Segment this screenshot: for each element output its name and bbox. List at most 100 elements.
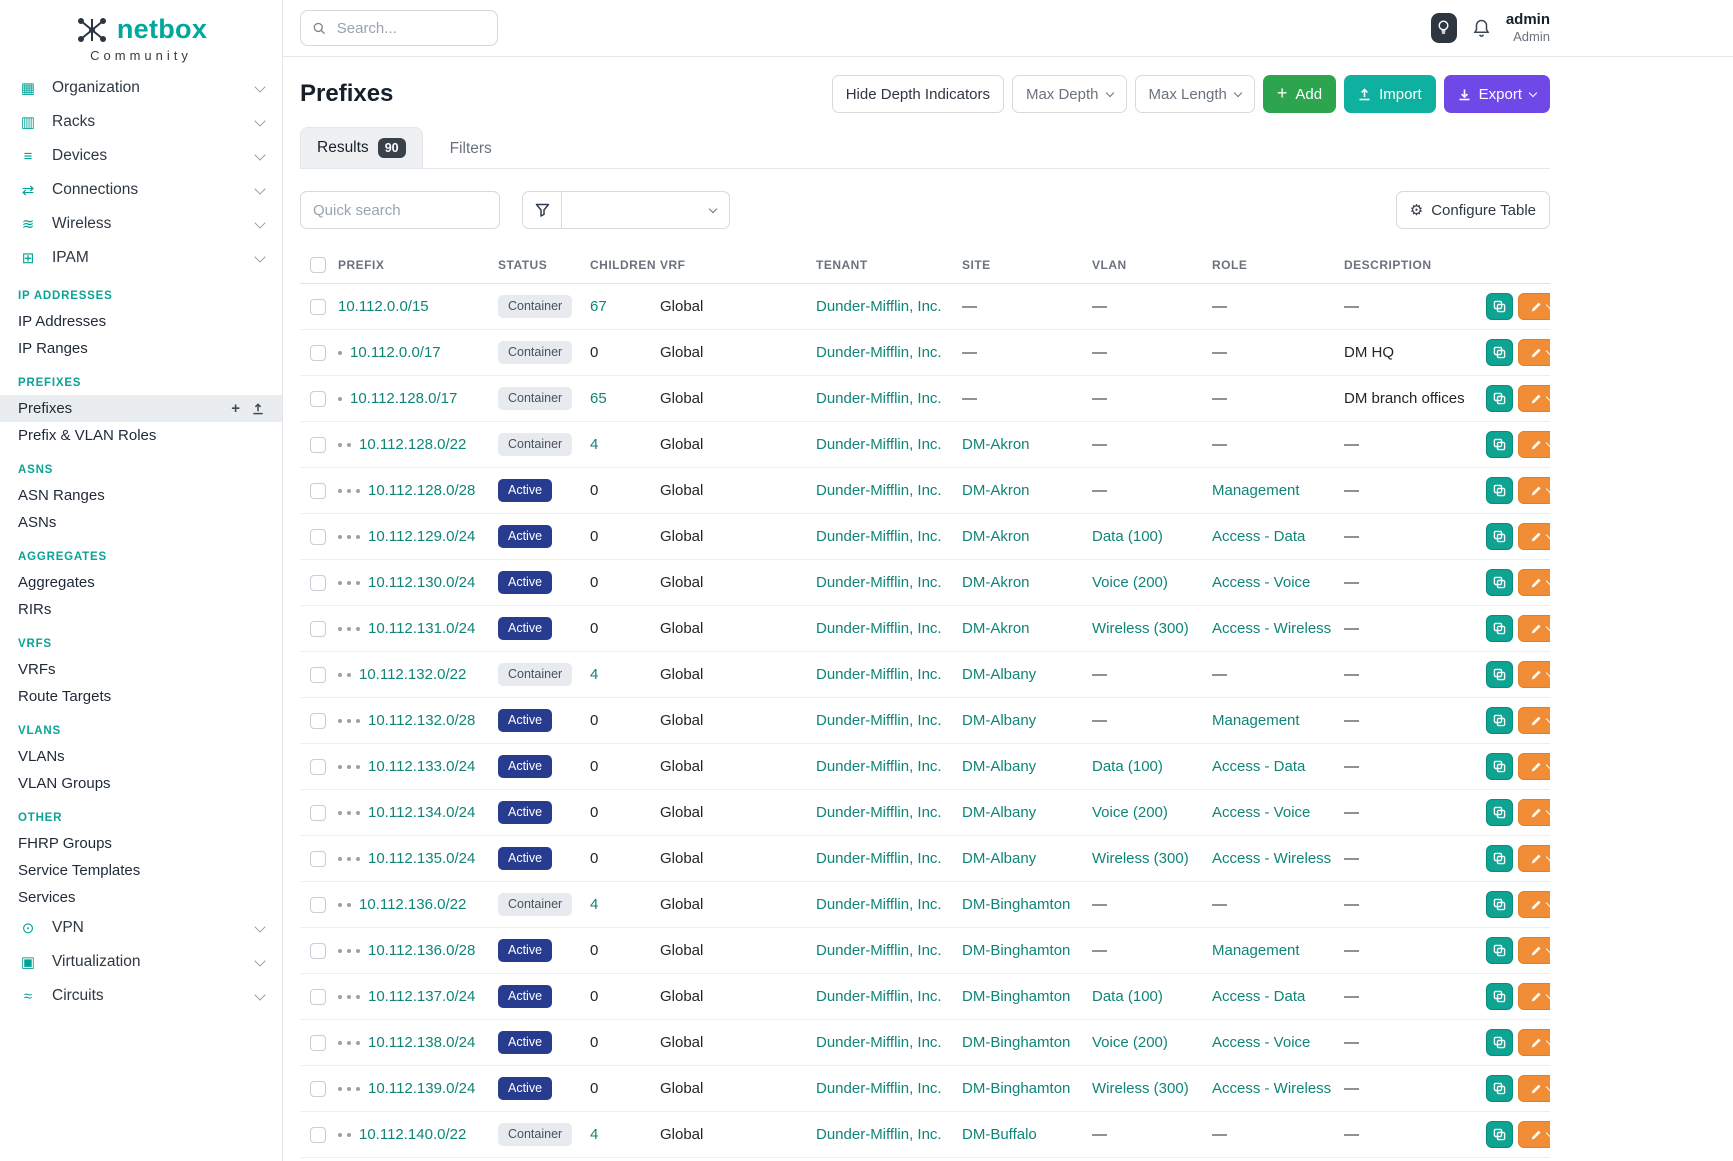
prefix-link[interactable]: 10.112.135.0/24 [368,850,475,867]
copy-button[interactable] [1486,799,1513,826]
tenant-link[interactable]: Dunder-Mifflin, Inc. [816,850,942,867]
theme-toggle-button[interactable] [1431,13,1457,43]
vlan-link[interactable]: Voice (200) [1092,574,1168,591]
edit-button[interactable] [1518,661,1550,688]
tab-filters[interactable]: Filters [433,129,509,168]
children-count-link[interactable]: 4 [590,896,598,913]
sidebar-item-ipam[interactable]: ⊞IPAM [0,241,282,275]
site-link[interactable]: DM-Akron [962,574,1030,591]
tenant-link[interactable]: Dunder-Mifflin, Inc. [816,528,942,545]
row-checkbox[interactable] [310,1127,326,1143]
row-checkbox[interactable] [310,989,326,1005]
edit-button[interactable] [1518,523,1550,550]
children-count-link[interactable]: 4 [590,666,598,683]
sidebar-item-ip-addresses[interactable]: IP Addresses [0,308,282,335]
sidebar-item-vlan-groups[interactable]: VLAN Groups [0,770,282,797]
edit-button[interactable] [1518,799,1550,826]
role-link[interactable]: Management [1212,942,1300,959]
row-checkbox[interactable] [310,851,326,867]
row-checkbox[interactable] [310,483,326,499]
tenant-link[interactable]: Dunder-Mifflin, Inc. [816,482,942,499]
prefix-link[interactable]: 10.112.128.0/28 [368,482,475,499]
prefix-link[interactable]: 10.112.128.0/22 [359,436,466,453]
row-checkbox[interactable] [310,805,326,821]
site-link[interactable]: DM-Binghamton [962,1034,1070,1051]
site-link[interactable]: DM-Binghamton [962,1080,1070,1097]
tenant-link[interactable]: Dunder-Mifflin, Inc. [816,712,942,729]
role-link[interactable]: Access - Voice [1212,574,1310,591]
user-menu[interactable]: admin Admin [1506,11,1550,46]
column-header-role[interactable]: ROLE [1202,247,1334,284]
prefix-link[interactable]: 10.112.137.0/24 [368,988,475,1005]
sidebar-item-aggregates[interactable]: Aggregates [0,569,282,596]
quick-search-input[interactable] [300,191,500,229]
notifications-button[interactable] [1472,18,1491,38]
copy-button[interactable] [1486,385,1513,412]
edit-button[interactable] [1518,1029,1550,1056]
sidebar-item-prefix-vlan-roles[interactable]: Prefix & VLAN Roles [0,422,282,449]
prefix-link[interactable]: 10.112.128.0/17 [350,390,457,407]
copy-button[interactable] [1486,615,1513,642]
tenant-link[interactable]: Dunder-Mifflin, Inc. [816,804,942,821]
tenant-link[interactable]: Dunder-Mifflin, Inc. [816,298,942,315]
tenant-link[interactable]: Dunder-Mifflin, Inc. [816,988,942,1005]
vlan-link[interactable]: Data (100) [1092,528,1163,545]
row-checkbox[interactable] [310,897,326,913]
sidebar-item-organization[interactable]: ▦Organization [0,71,282,105]
column-header-site[interactable]: SITE [952,247,1082,284]
vlan-link[interactable]: Data (100) [1092,758,1163,775]
children-count-link[interactable]: 67 [590,298,607,315]
global-search[interactable] [300,10,498,46]
column-header-status[interactable]: STATUS [488,247,580,284]
site-link[interactable]: DM-Akron [962,436,1030,453]
row-checkbox[interactable] [310,299,326,315]
copy-button[interactable] [1486,339,1513,366]
tenant-link[interactable]: Dunder-Mifflin, Inc. [816,1034,942,1051]
tenant-link[interactable]: Dunder-Mifflin, Inc. [816,942,942,959]
vlan-link[interactable]: Wireless (300) [1092,850,1189,867]
site-link[interactable]: DM-Akron [962,528,1030,545]
prefix-link[interactable]: 10.112.0.0/15 [338,298,429,315]
role-link[interactable]: Management [1212,482,1300,499]
copy-button[interactable] [1486,1075,1513,1102]
prefix-link[interactable]: 10.112.140.0/22 [359,1126,466,1143]
edit-button[interactable] [1518,477,1550,504]
prefix-link[interactable]: 10.112.131.0/24 [368,620,475,637]
role-link[interactable]: Access - Data [1212,988,1305,1005]
row-checkbox[interactable] [310,575,326,591]
row-checkbox[interactable] [310,1081,326,1097]
copy-button[interactable] [1486,293,1513,320]
tenant-link[interactable]: Dunder-Mifflin, Inc. [816,574,942,591]
sidebar-item-connections[interactable]: ⇄Connections [0,173,282,207]
prefix-link[interactable]: 10.112.0.0/17 [350,344,441,361]
sidebar-item-virtualization[interactable]: ▣Virtualization [0,945,282,979]
copy-button[interactable] [1486,983,1513,1010]
tenant-link[interactable]: Dunder-Mifflin, Inc. [816,436,942,453]
prefix-link[interactable]: 10.112.129.0/24 [368,528,475,545]
edit-button[interactable] [1518,431,1550,458]
prefix-link[interactable]: 10.112.132.0/28 [368,712,475,729]
sidebar-item-asns[interactable]: ASNs [0,509,282,536]
tenant-link[interactable]: Dunder-Mifflin, Inc. [816,666,942,683]
column-header-description[interactable]: DESCRIPTION [1334,247,1476,284]
prefix-link[interactable]: 10.112.130.0/24 [368,574,475,591]
row-checkbox[interactable] [310,437,326,453]
site-link[interactable]: DM-Binghamton [962,942,1070,959]
sidebar-item-vlans[interactable]: VLANs [0,743,282,770]
edit-button[interactable] [1518,891,1550,918]
sidebar-item-vpn[interactable]: ⊙VPN [0,911,282,945]
role-link[interactable]: Access - Voice [1212,1034,1310,1051]
sidebar-item-devices[interactable]: ≡Devices [0,139,282,173]
row-checkbox[interactable] [310,943,326,959]
role-link[interactable]: Management [1212,712,1300,729]
tenant-link[interactable]: Dunder-Mifflin, Inc. [816,896,942,913]
role-link[interactable]: Access - Wireless [1212,620,1331,637]
edit-button[interactable] [1518,1075,1550,1102]
row-checkbox[interactable] [310,391,326,407]
tenant-link[interactable]: Dunder-Mifflin, Inc. [816,758,942,775]
row-checkbox[interactable] [310,667,326,683]
site-link[interactable]: DM-Binghamton [962,896,1070,913]
row-checkbox[interactable] [310,621,326,637]
copy-button[interactable] [1486,891,1513,918]
copy-button[interactable] [1486,569,1513,596]
